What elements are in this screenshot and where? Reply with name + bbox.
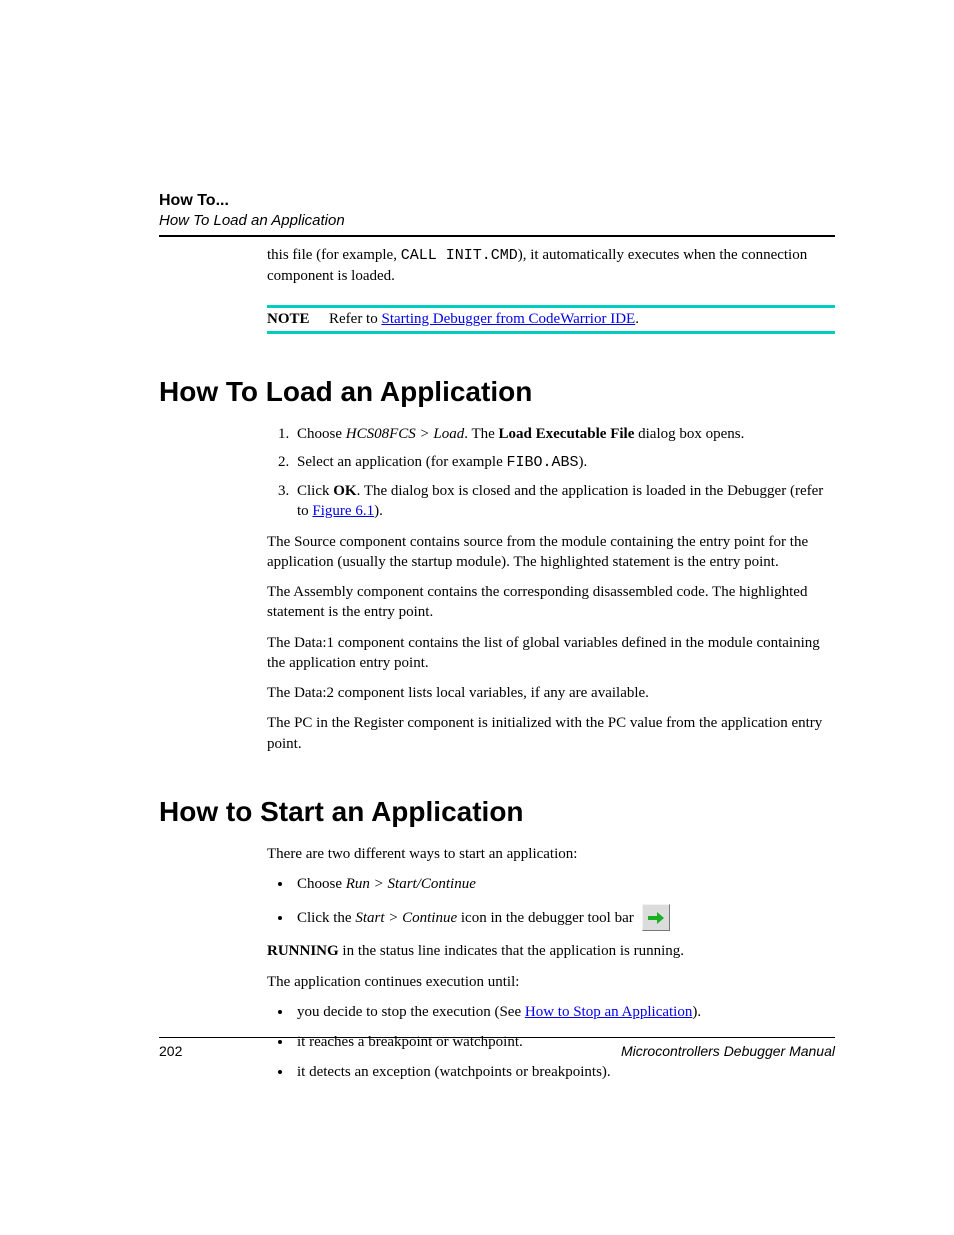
list-item: Select an application (for example FIBO.… xyxy=(293,452,835,473)
text: . xyxy=(635,311,639,327)
section-heading-start: How to Start an Application xyxy=(159,796,835,828)
text: ). xyxy=(374,503,383,519)
text: . The xyxy=(464,426,498,442)
note-link[interactable]: Starting Debugger from CodeWarrior IDE xyxy=(381,311,635,327)
text: in the status line indicates that the ap… xyxy=(339,943,684,959)
list-item: you decide to stop the execution (See Ho… xyxy=(293,1002,835,1022)
note-label: NOTE xyxy=(267,311,329,328)
note-text: Refer to Starting Debugger from CodeWarr… xyxy=(329,311,639,328)
text-bold: RUNNING xyxy=(267,943,339,959)
paragraph: The PC in the Register component is init… xyxy=(267,713,835,754)
page-header: How To... How To Load an Application xyxy=(159,192,835,237)
continue-intro: The application continues execution unti… xyxy=(267,972,835,992)
text-bold: OK xyxy=(333,483,356,499)
paragraph: The Data:1 component contains the list o… xyxy=(267,633,835,674)
text: Select an application (for example xyxy=(297,454,507,470)
list-item: Click the Start > Continue icon in the d… xyxy=(293,904,835,931)
text: dialog box opens. xyxy=(634,426,744,442)
text-bold: Load Executable File xyxy=(499,426,635,442)
start-continue-icon xyxy=(642,904,670,931)
text-italic: Run > Start/Continue xyxy=(346,876,476,892)
figure-link[interactable]: Figure 6.1 xyxy=(312,503,374,519)
text: ). xyxy=(692,1004,701,1020)
text: Refer to xyxy=(329,311,381,327)
list-item: Choose HCS08FCS > Load. The Load Executa… xyxy=(293,424,835,444)
footer-rule xyxy=(159,1037,835,1038)
paragraph: The Assembly component contains the corr… xyxy=(267,582,835,623)
header-title: How To... xyxy=(159,192,835,210)
steps-list: Choose HCS08FCS > Load. The Load Executa… xyxy=(267,424,835,522)
header-rule xyxy=(159,235,835,237)
list-item: Choose Run > Start/Continue xyxy=(293,874,835,894)
text: Choose xyxy=(297,426,346,442)
stop-app-link[interactable]: How to Stop an Application xyxy=(525,1004,693,1020)
text: this file (for example, xyxy=(267,247,401,263)
code-text: FIBO.ABS xyxy=(507,454,579,471)
note-bar-bottom xyxy=(267,331,835,334)
text-italic: Start > Continue xyxy=(355,910,457,926)
manual-title: Microcontrollers Debugger Manual xyxy=(621,1043,835,1059)
start-options-list: Choose Run > Start/Continue Click the St… xyxy=(267,874,835,931)
text: ). xyxy=(579,454,588,470)
header-subtitle: How To Load an Application xyxy=(159,212,835,229)
list-item: Click OK. The dialog box is closed and t… xyxy=(293,481,835,522)
list-item: it detects an exception (watchpoints or … xyxy=(293,1062,835,1082)
running-line: RUNNING in the status line indicates tha… xyxy=(267,941,835,961)
paragraph: The Data:2 component lists local variabl… xyxy=(267,683,835,703)
text: Choose xyxy=(297,876,346,892)
section-heading-load: How To Load an Application xyxy=(159,376,835,408)
page-number: 202 xyxy=(159,1043,182,1059)
page-footer: 202 Microcontrollers Debugger Manual xyxy=(159,1037,835,1059)
note-box: NOTE Refer to Starting Debugger from Cod… xyxy=(267,305,835,334)
text: you decide to stop the execution (See xyxy=(297,1004,525,1020)
text-italic: HCS08FCS > Load xyxy=(346,426,464,442)
text: Click the xyxy=(297,910,355,926)
text: Click xyxy=(297,483,333,499)
start-intro: There are two different ways to start an… xyxy=(267,844,835,864)
paragraph: The Source component contains source fro… xyxy=(267,532,835,573)
code-text: CALL INIT.CMD xyxy=(401,247,518,264)
intro-paragraph: this file (for example, CALL INIT.CMD), … xyxy=(267,245,835,287)
text: icon in the debugger tool bar xyxy=(457,910,634,926)
